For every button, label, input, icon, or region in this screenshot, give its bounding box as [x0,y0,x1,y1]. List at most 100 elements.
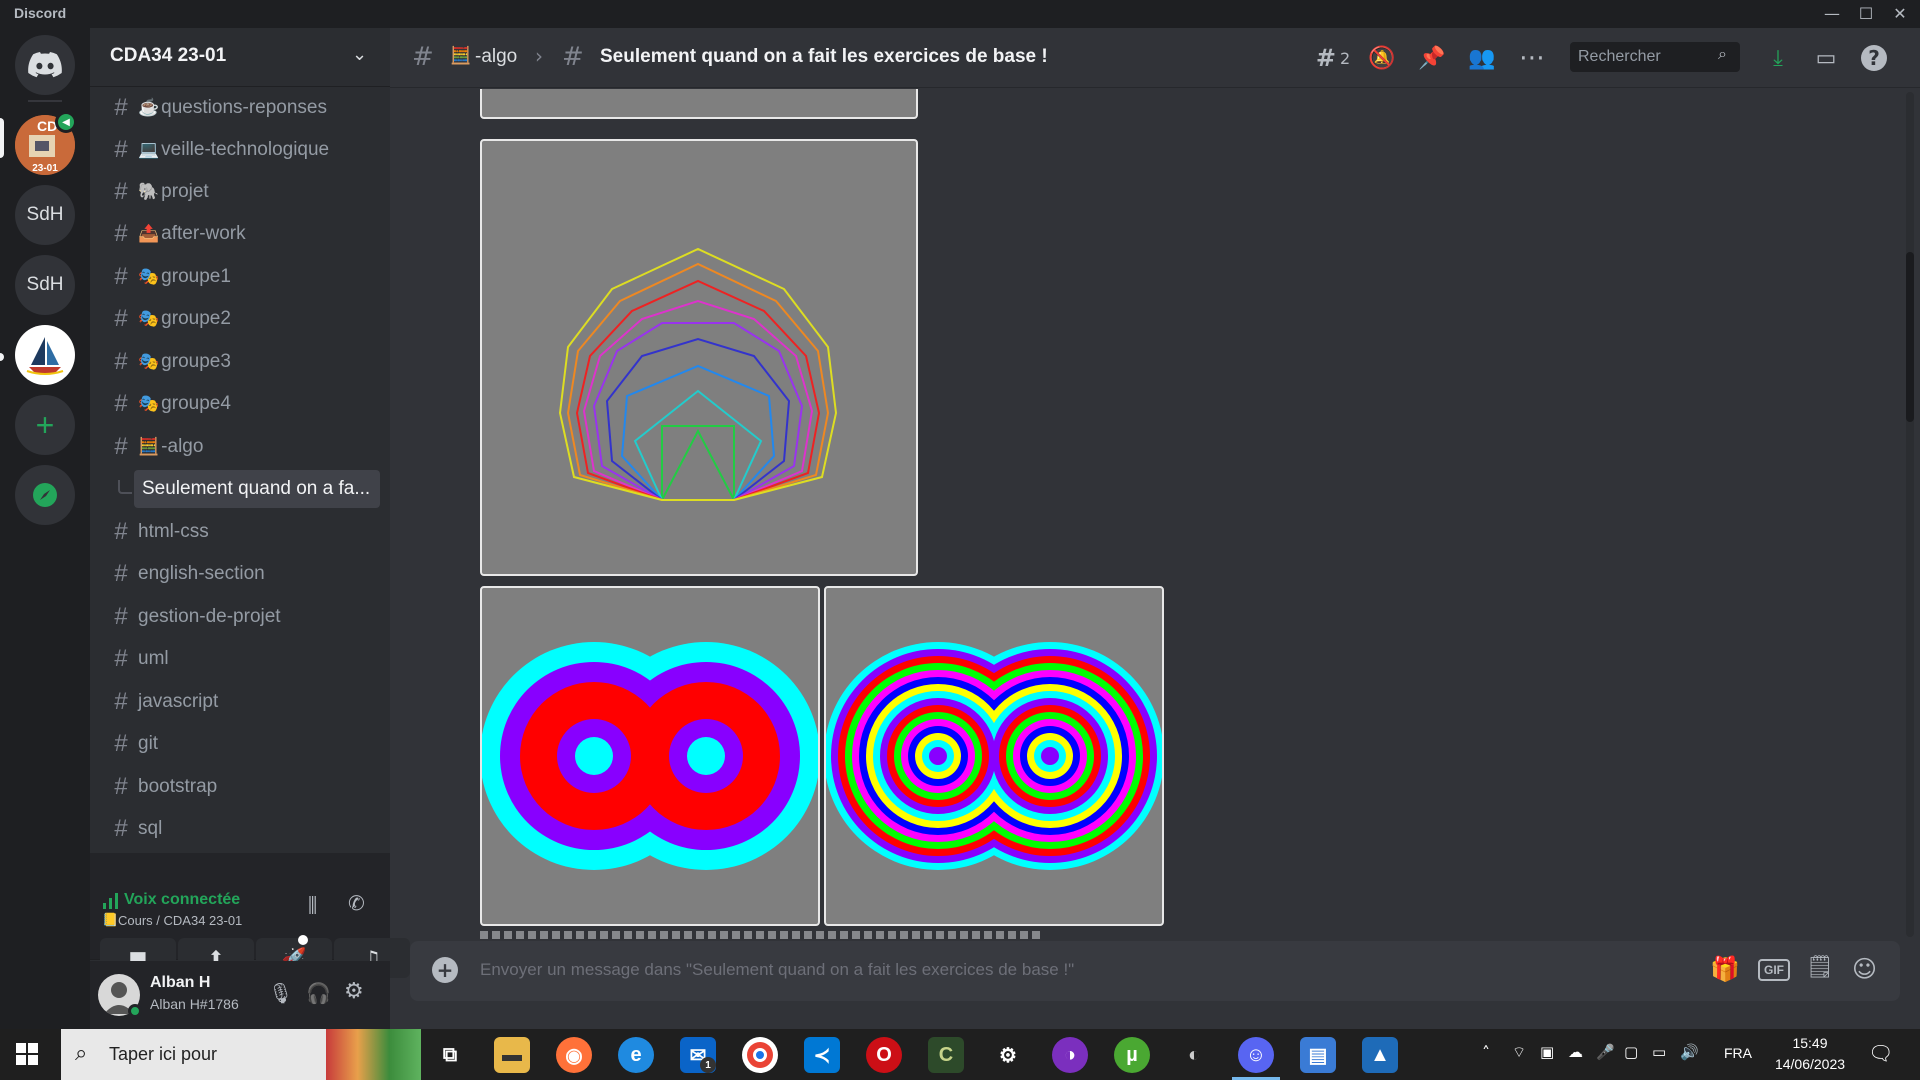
taskbar-clock[interactable]: 15:49 14/06/2023 [1770,1033,1850,1075]
voice-status[interactable]: Voix connectée [124,891,294,909]
thread-hash-icon: # [562,42,584,72]
pin-icon[interactable]: 📌 [1416,42,1448,74]
inbox-icon[interactable]: ▭ [1810,42,1842,74]
channel-gestion-de-projet[interactable]: # gestion-de-projet [98,598,386,636]
help-icon[interactable]: ? [1858,42,1890,74]
channel-english-section[interactable]: # english-section [98,555,386,593]
task-view-icon[interactable]: ⧉ [432,1037,468,1073]
add-server-icon[interactable]: + [15,395,75,455]
maximize-button[interactable]: ☐ [1852,2,1880,26]
channel-after-work[interactable]: # 📤 after-work [98,215,386,253]
settings-gear-icon[interactable]: ⚙ [344,979,364,1004]
chrome-icon[interactable] [742,1037,778,1073]
app-c-icon[interactable]: C [928,1037,964,1073]
opera-icon[interactable]: O [866,1037,902,1073]
channel-javascript[interactable]: # javascript [98,683,386,721]
photos-icon[interactable]: ▲ [1362,1037,1398,1073]
channel-groupe4[interactable]: # 🎭 groupe4 [98,385,386,423]
channel-git[interactable]: # git [98,725,386,763]
language-indicator[interactable]: FRA [1724,1045,1752,1061]
online-status-dot [128,1004,142,1018]
more-options-icon[interactable]: ⋯ [1516,42,1548,74]
channel-groupe1[interactable]: # 🎭 groupe1 [98,258,386,296]
channel-bootstrap[interactable]: # bootstrap [98,768,386,806]
close-button[interactable]: ✕ [1886,2,1914,26]
guild-header[interactable]: CDA34 23-01 ⌄ [90,28,390,87]
notifications-icon[interactable]: 🗨 [1868,1041,1893,1065]
file-explorer-icon[interactable]: ▬ [494,1037,530,1073]
sticker-icon[interactable]: 🗒 [1806,955,1834,980]
gif-icon[interactable]: GIF [1758,959,1790,981]
cutoff-message-text [480,931,1040,939]
cloud-icon[interactable]: ☁ [1568,1043,1583,1061]
hash-icon: # [114,263,128,290]
channel-sql[interactable]: # sql [98,810,386,848]
explore-servers-icon[interactable] [15,465,75,525]
channel-projet[interactable]: # 🐘 projet [98,173,386,211]
channel-groupe2[interactable]: # 🎭 groupe2 [98,300,386,338]
microphone-tray-icon[interactable]: 🎤 [1596,1043,1615,1061]
thread-title: Seulement quand on a fait les exercices … [600,46,1048,67]
windows-taskbar: ⌕ Taper ici pour ⧉ ▬ ◉ e ✉ 1 ≺ O C ⚙ ◑ µ … [0,1029,1920,1080]
channel-uml[interactable]: # uml [98,640,386,678]
taskbar-search-input[interactable]: ⌕ Taper ici pour [61,1029,421,1080]
utorrent-icon[interactable]: µ [1114,1037,1150,1073]
channel-html-css[interactable]: # html-css [98,513,386,551]
firefox-icon[interactable]: ◉ [556,1037,592,1073]
hash-icon: # [114,305,128,332]
scrollbar-track[interactable] [1906,92,1914,937]
network-icon[interactable]: ⌔ [1512,1043,1526,1062]
composer-placeholder: Envoyer un message dans "Seulement quand… [480,960,1075,979]
channel-veille-technologique[interactable]: # 💻 veille-technologique [98,131,386,169]
mouse-app-icon[interactable]: ◐ [1176,1037,1212,1073]
battery-icon[interactable]: ▭ [1652,1043,1666,1061]
windows-start-icon[interactable] [16,1043,38,1069]
attachment-image[interactable] [480,89,918,119]
attachment-image-polygons[interactable] [480,139,918,576]
parent-channel-link[interactable]: -algo [475,46,517,68]
headphones-icon[interactable]: 🎧 [306,981,331,1005]
mail-icon[interactable]: ✉ 1 [680,1037,716,1073]
members-icon[interactable]: 👥 [1466,42,1498,74]
noise-suppression-icon[interactable]: ⫼ [308,893,317,917]
threads-count: 2 [1339,48,1351,68]
server-sailboat[interactable] [15,325,75,385]
discord-home-button[interactable] [15,35,75,95]
search-input[interactable]: Rechercher ⌕ [1570,42,1740,72]
attachment-image-circles-2[interactable] [824,586,1164,926]
channel-questions-reponses[interactable]: # ☕ questions-reponses [98,89,386,127]
threads-button[interactable]: #2 [1308,42,1358,74]
app-window-icon[interactable]: ▤ [1300,1037,1336,1073]
server-sdh-2[interactable]: SdH [15,255,75,315]
channel-groupe3[interactable]: # 🎭 groupe3 [98,343,386,381]
voice-location[interactable]: Cours / CDA34 23-01 [118,913,242,928]
download-icon[interactable]: ⤓ [1762,42,1794,74]
attachment-image-circles-1[interactable] [480,586,820,926]
channel-algo[interactable]: # 🧮 -algo [98,428,386,466]
camera-tray-icon[interactable]: ▣ [1540,1043,1554,1061]
microphone-icon[interactable]: 🎙 [268,981,293,1005]
vscode-icon[interactable]: ≺ [804,1037,840,1073]
add-attachment-icon[interactable]: + [432,957,458,983]
mask-app-icon[interactable]: ◑ [1052,1037,1088,1073]
thread-item-selected[interactable]: Seulement quand on a fa... [134,470,380,508]
display-icon[interactable]: ▢ [1624,1043,1638,1061]
gift-icon[interactable]: 🎁 [1710,955,1740,983]
volume-icon[interactable]: 🔊 [1680,1043,1699,1061]
server-label: SdH [26,204,64,225]
scrollbar-thumb[interactable] [1906,252,1914,422]
mute-notifications-icon[interactable]: 🔕 [1366,42,1398,74]
hash-icon: # [114,136,128,163]
message-composer[interactable]: + Envoyer un message dans "Seulement qua… [410,941,1900,1001]
tray-chevron-icon[interactable]: ˄ [1482,1043,1490,1062]
edge-icon[interactable]: e [618,1037,654,1073]
discord-taskbar-icon[interactable]: ☺ [1238,1037,1274,1073]
settings-icon[interactable]: ⚙ [990,1037,1026,1073]
emoji-icon[interactable]: ☺ [1852,955,1877,983]
ring [929,747,947,765]
minimize-button[interactable]: — [1818,2,1846,26]
channel-label: veille-technologique [161,139,330,160]
server-cda34[interactable]: 23-01 CD ◀ [15,111,77,175]
server-sdh-1[interactable]: SdH [15,185,75,245]
disconnect-call-icon[interactable]: ✆ [348,891,365,915]
